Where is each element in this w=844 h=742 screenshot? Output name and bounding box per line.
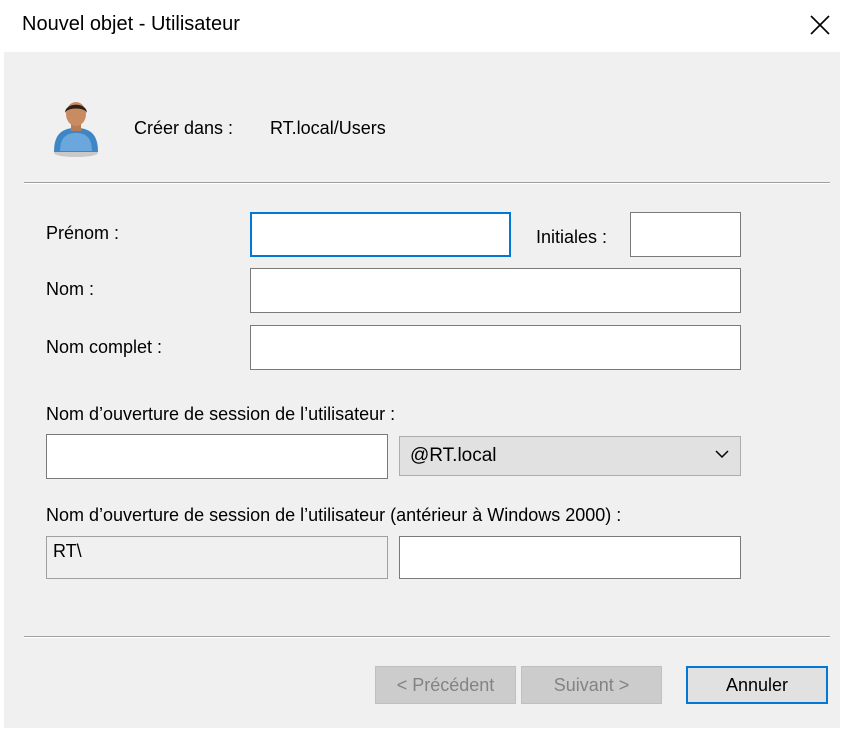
close-icon [810,15,830,35]
pre2000-logon-input[interactable] [399,536,741,579]
initials-input[interactable] [630,212,741,257]
next-button[interactable]: Suivant > [521,666,662,704]
initials-label: Initiales : [536,227,608,247]
full-name-input[interactable] [250,325,741,370]
last-name-label: Nom : [46,279,95,299]
create-in-value: RT.local/Users [270,118,386,138]
logon-name-label: Nom d’ouverture de session de l’utilisat… [46,404,396,424]
pre2000-domain-field: RT\ [46,536,388,579]
chevron-down-icon [715,450,729,459]
create-in-label: Créer dans : [134,118,234,138]
logon-name-input[interactable] [46,434,388,479]
pre2000-logon-label: Nom d’ouverture de session de l’utilisat… [46,505,622,525]
header-separator [24,182,830,184]
user-icon [54,102,98,157]
upn-suffix-select[interactable]: @RT.local [399,436,741,476]
dialog-body: Créer dans : RT.local/Users Prénom : Ini… [4,52,840,728]
previous-button[interactable]: < Précédent [375,666,516,704]
footer-separator [24,636,830,638]
upn-suffix-value: @RT.local [410,445,497,466]
window-title: Nouvel objet - Utilisateur [22,13,240,35]
first-name-input[interactable] [250,212,511,257]
close-button[interactable] [797,2,843,48]
first-name-label: Prénom : [46,223,120,243]
full-name-label: Nom complet : [46,337,163,357]
title-bar: Nouvel objet - Utilisateur [0,0,844,52]
last-name-input[interactable] [250,268,741,313]
cancel-button[interactable]: Annuler [686,666,828,704]
